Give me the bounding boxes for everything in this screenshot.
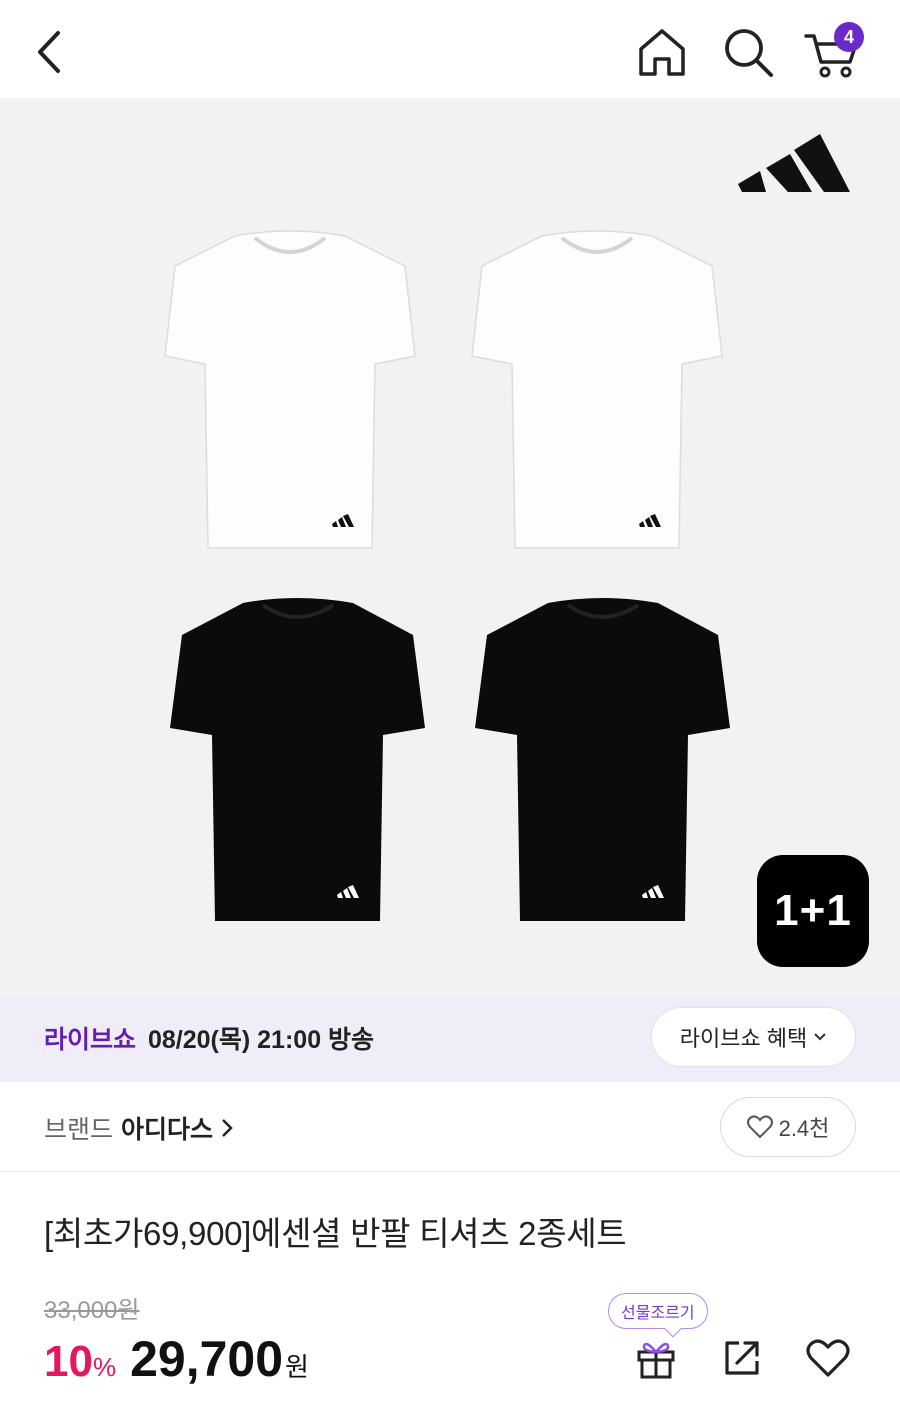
brand-link[interactable]: 브랜드 아디다스	[44, 1110, 233, 1146]
chevron-right-icon	[222, 1119, 233, 1137]
white-tshirt-image	[164, 230, 416, 549]
cart-count-badge: 4	[834, 22, 864, 52]
search-icon	[725, 29, 773, 77]
back-button[interactable]	[18, 20, 82, 84]
original-price: 33,000원	[44, 1297, 140, 1324]
discount-unit: %	[92, 1352, 117, 1382]
gift-icon	[637, 1342, 675, 1379]
white-tshirt-image	[471, 230, 723, 549]
currency-unit: 원	[285, 1352, 309, 1382]
share-button[interactable]	[714, 1330, 770, 1386]
heart-icon	[746, 1115, 773, 1139]
price-row: 10 % 29,700 원	[44, 1330, 309, 1388]
bundle-badge: 1+1	[757, 855, 869, 967]
live-show-label: 라이브쇼	[44, 1026, 137, 1054]
home-button[interactable]	[630, 20, 694, 84]
top-nav-bar: 4	[0, 0, 900, 98]
chevron-down-icon	[814, 1033, 826, 1041]
wishlist-button[interactable]	[800, 1330, 856, 1386]
discount-rate: 10	[44, 1337, 93, 1386]
live-benefit-label: 라이브쇼 혜택	[679, 1026, 808, 1051]
product-title: [최초가69,900]에센셜 반팔 티셔츠 2종세트	[44, 1215, 627, 1252]
cart-button[interactable]: 4	[800, 20, 864, 84]
heart-icon	[806, 1339, 850, 1377]
search-button[interactable]	[716, 20, 780, 84]
share-icon	[725, 1341, 759, 1375]
sale-price: 29,700	[130, 1331, 284, 1387]
gift-tooltip: 선물조르기	[608, 1293, 708, 1329]
brand-row: 브랜드 아디다스 2.4천	[0, 1082, 900, 1172]
live-show-bar: 라이브쇼 08/20(목) 21:00 방송 라이브쇼 혜택	[0, 996, 900, 1082]
black-tshirt-image	[475, 598, 730, 921]
chevron-left-icon	[38, 31, 60, 73]
brand-name: 아디다스	[121, 1116, 214, 1144]
brand-like-button[interactable]: 2.4천	[720, 1097, 856, 1157]
brand-like-count: 2.4천	[778, 1116, 830, 1141]
live-show-schedule: 08/20(목) 21:00 방송	[148, 1026, 375, 1054]
live-benefit-button[interactable]: 라이브쇼 혜택	[651, 1007, 856, 1067]
brand-key-label: 브랜드	[44, 1116, 114, 1144]
home-icon	[639, 29, 685, 76]
product-image[interactable]: 1+1	[0, 98, 900, 996]
adidas-logo	[738, 134, 850, 192]
gift-button[interactable]	[628, 1330, 684, 1386]
black-tshirt-image	[170, 598, 425, 921]
